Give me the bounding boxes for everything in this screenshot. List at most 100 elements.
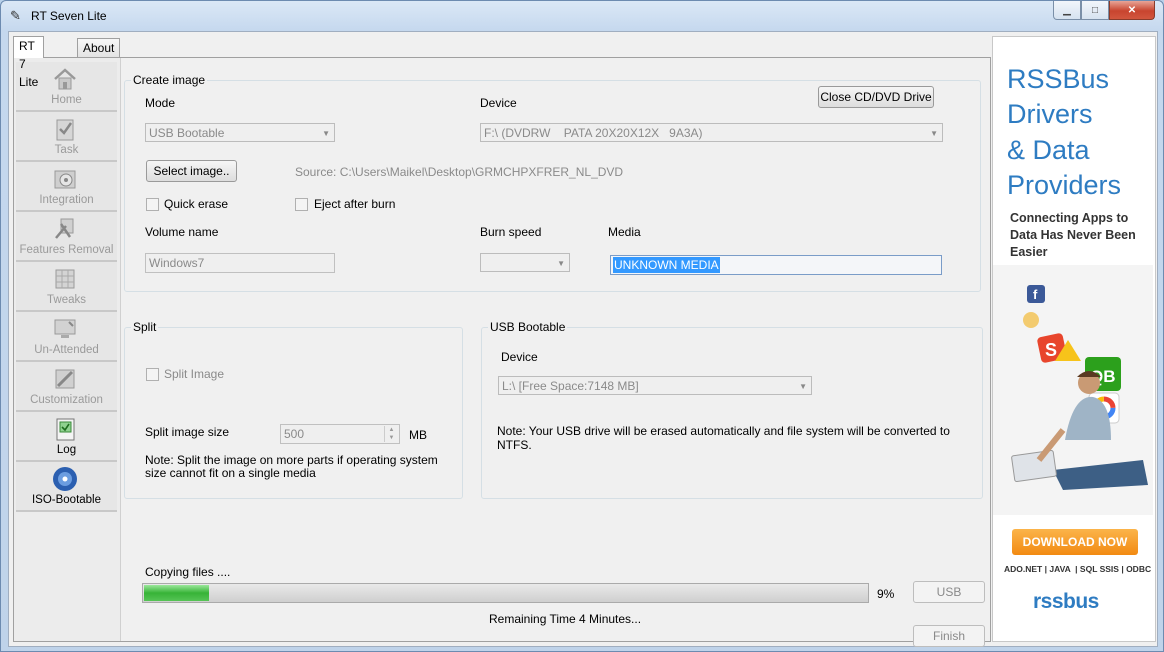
split-size-unit: MB bbox=[409, 428, 427, 442]
media-label: Media bbox=[608, 225, 641, 239]
quick-erase-checkbox[interactable] bbox=[146, 198, 159, 211]
close-button[interactable]: ✕ bbox=[1109, 1, 1155, 20]
volume-name-input[interactable]: Windows7 bbox=[145, 253, 335, 273]
sidebar-item-customization[interactable]: Customization bbox=[16, 362, 117, 412]
ad-illustration: f S QB bbox=[993, 265, 1153, 515]
log-icon bbox=[56, 418, 75, 441]
ad-headline-line: Providers bbox=[1007, 170, 1122, 200]
split-size-value: 500 bbox=[284, 427, 305, 441]
mode-select[interactable]: USB Bootable ▼ bbox=[145, 123, 335, 142]
split-image-label: Split Image bbox=[164, 367, 225, 381]
remaining-time: Remaining Time 4 Minutes... bbox=[489, 612, 642, 626]
sidebar-item-label: ISO-Bootable bbox=[31, 494, 102, 506]
tab-rt7lite[interactable]: RT 7 Lite bbox=[13, 36, 45, 89]
maximize-button[interactable]: □ bbox=[1081, 1, 1109, 20]
split-note: Note: Split the image on more parts if o… bbox=[145, 453, 438, 480]
sidebar-item-label: Home bbox=[51, 94, 82, 106]
ad-subline: Connecting Apps to Data Has Never Been E… bbox=[1010, 211, 1136, 259]
title-bar[interactable]: ✎ RT Seven Lite ▁ □ ✕ bbox=[1, 1, 1163, 31]
sidebar-item-label: Integration bbox=[39, 194, 94, 206]
eject-checkbox[interactable] bbox=[295, 198, 308, 211]
ad-headline-line: Drivers bbox=[1007, 99, 1093, 129]
volume-label: Volume name bbox=[145, 225, 219, 239]
usb-bootable-group: USB Bootable Device L:\ [Free Space:7148… bbox=[481, 320, 983, 499]
laptop-icon bbox=[1011, 449, 1057, 483]
sidebar: Home Task Integration Features Removal T… bbox=[14, 58, 121, 641]
tweaks-icon bbox=[55, 269, 75, 289]
rssbus-logo[interactable]: rssbus bbox=[1033, 590, 1099, 614]
svg-text:f: f bbox=[1033, 287, 1038, 302]
minimize-button[interactable]: ▁ bbox=[1053, 1, 1081, 20]
finish-button[interactable]: Finish bbox=[913, 625, 985, 647]
stepper-icon[interactable]: ▲ ▼ bbox=[384, 426, 398, 442]
app-window: ✎ RT Seven Lite ▁ □ ✕ RT 7 Lite About Ho… bbox=[0, 0, 1164, 652]
sidebar-item-features-removal[interactable]: Features Removal bbox=[16, 212, 117, 262]
media-value: UNKNOWN MEDIA bbox=[613, 257, 720, 273]
media-field[interactable]: UNKNOWN MEDIA bbox=[610, 255, 942, 275]
create-image-title: Create image bbox=[131, 73, 208, 87]
unattended-icon bbox=[54, 319, 76, 338]
client-area: RT 7 Lite About Home Task Integration Fe… bbox=[8, 31, 1158, 647]
usb-button[interactable]: USB bbox=[913, 581, 985, 603]
sidebar-item-label: Tweaks bbox=[47, 294, 86, 306]
copy-progress-bar bbox=[142, 583, 869, 603]
chevron-down-icon: ▼ bbox=[322, 129, 330, 138]
chevron-down-icon: ▼ bbox=[557, 259, 565, 268]
progress-status: Copying files .... bbox=[145, 565, 231, 579]
split-size-label: Split image size bbox=[145, 425, 230, 439]
home-icon bbox=[54, 68, 76, 90]
device-select[interactable]: F:\ (DVDRW PATA 20X20X12X 9A3A) ▼ bbox=[480, 123, 943, 142]
integration-icon bbox=[54, 170, 76, 189]
wire-icon bbox=[1023, 312, 1039, 328]
split-group: Split Split Image Split image size 500 ▲… bbox=[124, 320, 463, 499]
burn-speed-label: Burn speed bbox=[480, 225, 542, 239]
iso-bootable-icon bbox=[53, 467, 77, 491]
create-image-group: Create image Mode USB Bootable ▼ Device … bbox=[124, 73, 981, 292]
usb-device-label: Device bbox=[501, 350, 538, 364]
split-size-input[interactable]: 500 ▲ ▼ bbox=[280, 424, 400, 444]
mode-label: Mode bbox=[145, 96, 176, 110]
sidebar-item-label: Un-Attended bbox=[34, 344, 99, 356]
customization-icon bbox=[55, 369, 75, 389]
progress-percent: 9% bbox=[877, 587, 895, 601]
sidebar-item-unattended[interactable]: Un-Attended bbox=[16, 312, 117, 362]
usb-device-select[interactable]: L:\ [Free Space:7148 MB] ▼ bbox=[498, 376, 812, 395]
app-icon[interactable]: ✎ bbox=[10, 9, 24, 23]
tab-page: Home Task Integration Features Removal T… bbox=[13, 57, 991, 647]
sidebar-item-integration[interactable]: Integration bbox=[16, 162, 117, 212]
sidebar-item-task[interactable]: Task bbox=[16, 112, 117, 162]
window-title: RT Seven Lite bbox=[31, 9, 107, 23]
chevron-down-icon: ▼ bbox=[799, 382, 807, 391]
device-label: Device bbox=[480, 96, 517, 110]
ad-headline-line: & Data bbox=[1007, 135, 1090, 165]
usb-bootable-title: USB Bootable bbox=[488, 320, 568, 334]
select-image-button[interactable]: Select image.. bbox=[146, 160, 237, 182]
svg-text:S: S bbox=[1045, 340, 1057, 360]
task-icon bbox=[56, 119, 74, 141]
close-drive-button[interactable]: Close CD/DVD Drive bbox=[818, 86, 934, 108]
ad-banner[interactable]: RSSBus Drivers & Data Providers Connecti… bbox=[992, 36, 1156, 642]
source-text: Source: C:\Users\Maikel\Desktop\GRMCHPXF… bbox=[295, 165, 624, 179]
sidebar-item-label: Customization bbox=[30, 394, 103, 406]
sidebar-item-tweaks[interactable]: Tweaks bbox=[16, 262, 117, 312]
usb-device-value: L:\ [Free Space:7148 MB] bbox=[502, 379, 639, 393]
ad-headline-line: RSSBus bbox=[1007, 64, 1110, 94]
sidebar-item-iso-bootable[interactable]: ISO-Bootable bbox=[16, 462, 117, 512]
ad-footer: ADO.NET | JAVA | SQL SSIS | ODBC bbox=[1004, 564, 1152, 574]
eject-label: Eject after burn bbox=[314, 197, 396, 211]
progress-fill bbox=[144, 585, 209, 601]
main-panel: Create image Mode USB Bootable ▼ Device … bbox=[121, 58, 990, 647]
download-now-button[interactable]: DOWNLOAD NOW bbox=[1012, 529, 1138, 555]
split-image-checkbox[interactable] bbox=[146, 368, 159, 381]
sidebar-item-log[interactable]: Log bbox=[16, 412, 117, 462]
quick-erase-label: Quick erase bbox=[164, 197, 229, 211]
sidebar-item-label: Features Removal bbox=[19, 244, 114, 256]
usb-note: Note: Your USB drive will be erased auto… bbox=[497, 424, 950, 452]
features-removal-icon bbox=[55, 218, 74, 239]
chevron-down-icon: ▼ bbox=[930, 129, 938, 138]
device-value: F:\ (DVDRW PATA 20X20X12X 9A3A) bbox=[484, 126, 703, 140]
split-title: Split bbox=[131, 320, 159, 334]
tab-about[interactable]: About bbox=[77, 38, 121, 57]
sidebar-item-label: Log bbox=[56, 444, 77, 456]
burn-speed-select[interactable]: ▼ bbox=[480, 253, 570, 272]
